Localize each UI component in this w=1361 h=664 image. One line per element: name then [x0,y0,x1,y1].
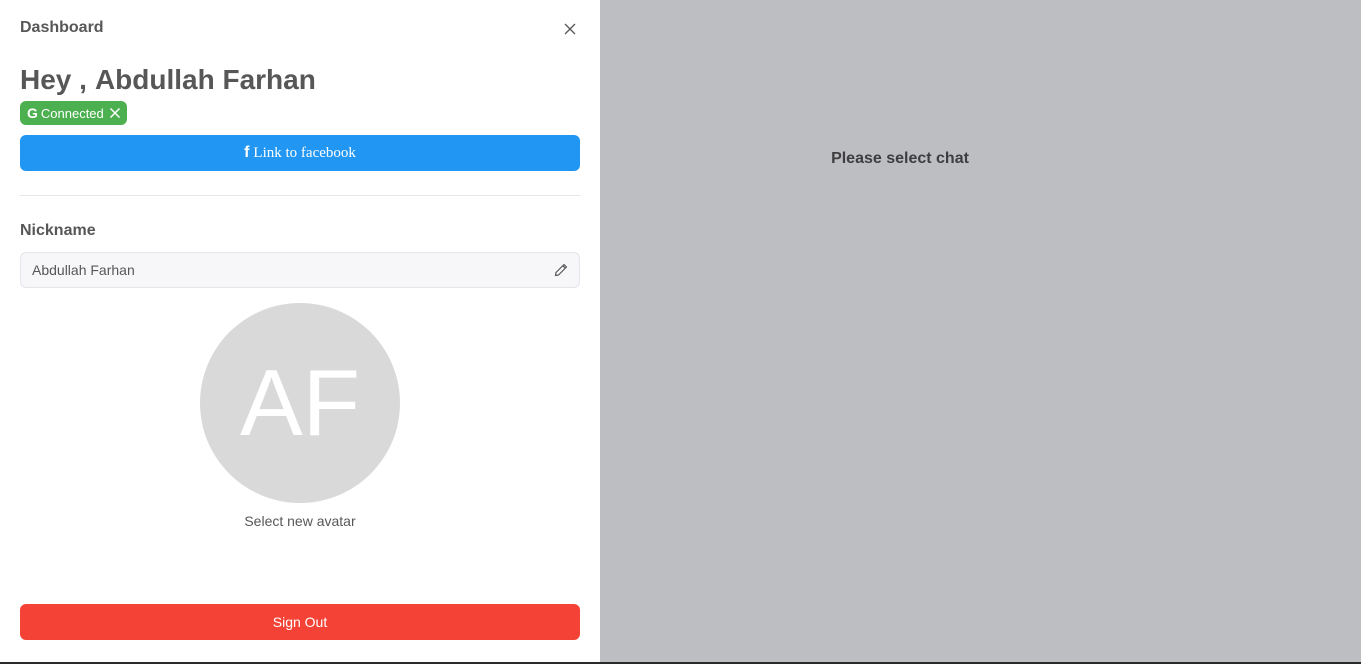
nickname-label: Nickname [20,222,96,239]
divider [20,195,580,196]
select-avatar-button[interactable]: Select new avatar [200,513,400,529]
google-icon: G [27,105,38,121]
facebook-icon: f [244,144,250,161]
connected-label: Connected [40,105,104,121]
link-facebook-button[interactable]: f Link to facebook [20,135,580,171]
avatar-initials: AF [239,350,361,455]
greeting-heading: Hey , Abdullah Farhan [20,64,316,96]
link-facebook-label: Link to facebook [253,144,356,161]
sign-out-button[interactable]: Sign Out [20,604,580,640]
select-chat-placeholder: Please select chat [831,150,969,167]
avatar[interactable]: AF [200,303,400,503]
nickname-field[interactable]: Abdullah Farhan [20,252,580,288]
sign-out-label: Sign Out [272,614,328,630]
dashboard-drawer: Dashboard Hey , Abdullah Farhan G Connect… [0,0,600,662]
close-drawer-button[interactable] [560,19,580,39]
close-icon [564,23,576,35]
drawer-title: Dashboard [20,19,104,36]
close-icon [109,107,120,119]
greeting-prefix: Hey , [20,64,87,95]
user-name: Abdullah Farhan [94,64,316,95]
pencil-icon [554,263,568,277]
google-connected-tag: G Connected [20,101,127,125]
edit-nickname-button[interactable] [553,262,569,278]
nickname-value: Abdullah Farhan [32,262,135,278]
disconnect-google-button[interactable] [109,107,121,119]
